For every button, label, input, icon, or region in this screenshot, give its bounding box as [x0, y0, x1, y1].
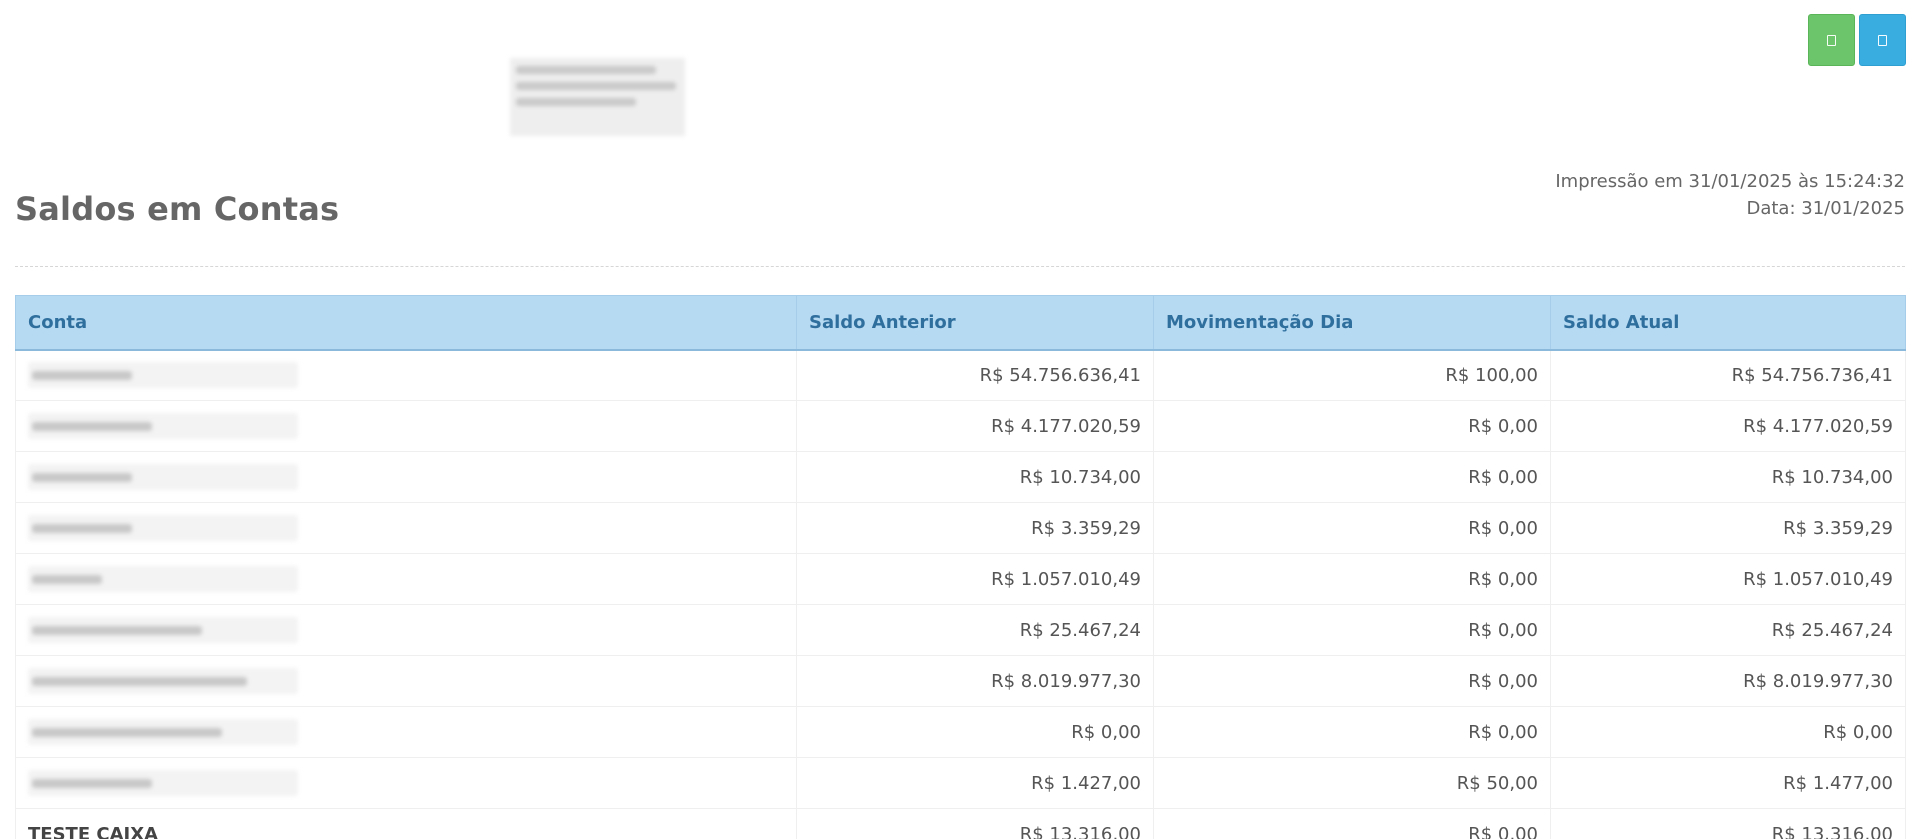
account-name-blurred [15, 451, 797, 503]
movimentacao-cell: R$ 50,00 [1153, 757, 1551, 809]
export-icon [1878, 34, 1887, 46]
balances-table: Conta Saldo Anterior Movimentação Dia Sa… [15, 295, 1906, 839]
account-name-blurred [15, 349, 797, 401]
page-title: Saldos em Contas [15, 190, 340, 228]
printed-at: Impressão em 31/01/2025 às 15:24:32 [1555, 171, 1905, 192]
saldo-anterior-cell: R$ 13.316,00 [796, 808, 1154, 839]
table-row[interactable]: R$ 1.057.010,49 R$ 0,00 R$ 1.057.010,49 [15, 553, 1906, 605]
saldo-anterior-cell: R$ 0,00 [796, 706, 1154, 758]
saldo-atual-cell: R$ 25.467,24 [1550, 604, 1906, 656]
export-button[interactable] [1859, 14, 1906, 66]
column-header-conta[interactable]: Conta [15, 295, 797, 351]
movimentacao-cell: R$ 0,00 [1153, 706, 1551, 758]
saldo-atual-cell: R$ 1.057.010,49 [1550, 553, 1906, 605]
table-row[interactable]: R$ 10.734,00 R$ 0,00 R$ 10.734,00 [15, 451, 1906, 503]
saldo-atual-cell: R$ 3.359,29 [1550, 502, 1906, 554]
account-name-blurred [15, 400, 797, 452]
saldo-anterior-cell: R$ 1.057.010,49 [796, 553, 1154, 605]
company-logo-blurred [510, 58, 685, 136]
saldo-atual-cell: R$ 54.756.736,41 [1550, 349, 1906, 401]
saldo-anterior-cell: R$ 3.359,29 [796, 502, 1154, 554]
saldo-atual-cell: R$ 10.734,00 [1550, 451, 1906, 503]
table-row[interactable]: TESTE CAIXA R$ 13.316,00 R$ 0,00 R$ 13.3… [15, 808, 1906, 839]
saldo-anterior-cell: R$ 10.734,00 [796, 451, 1154, 503]
saldo-anterior-cell: R$ 8.019.977,30 [796, 655, 1154, 707]
column-header-saldo-atual[interactable]: Saldo Atual [1550, 295, 1906, 351]
account-name: TESTE CAIXA [15, 808, 797, 839]
movimentacao-cell: R$ 0,00 [1153, 604, 1551, 656]
table-row[interactable]: R$ 54.756.636,41 R$ 100,00 R$ 54.756.736… [15, 349, 1906, 401]
table-header-row: Conta Saldo Anterior Movimentação Dia Sa… [15, 295, 1906, 351]
column-header-movimentacao-dia[interactable]: Movimentação Dia [1153, 295, 1551, 351]
saldo-anterior-cell: R$ 54.756.636,41 [796, 349, 1154, 401]
saldo-anterior-cell: R$ 1.427,00 [796, 757, 1154, 809]
account-name-blurred [15, 655, 797, 707]
saldo-atual-cell: R$ 4.177.020,59 [1550, 400, 1906, 452]
table-row[interactable]: R$ 8.019.977,30 R$ 0,00 R$ 8.019.977,30 [15, 655, 1906, 707]
saldo-atual-cell: R$ 13.316,00 [1550, 808, 1906, 839]
account-name-blurred [15, 502, 797, 554]
saldo-anterior-cell: R$ 4.177.020,59 [796, 400, 1154, 452]
account-name-blurred [15, 706, 797, 758]
movimentacao-cell: R$ 0,00 [1153, 400, 1551, 452]
toolbar [1808, 14, 1906, 66]
account-name-blurred [15, 604, 797, 656]
table-row[interactable]: R$ 3.359,29 R$ 0,00 R$ 3.359,29 [15, 502, 1906, 554]
saldo-atual-cell: R$ 1.477,00 [1550, 757, 1906, 809]
table-row[interactable]: R$ 1.427,00 R$ 50,00 R$ 1.477,00 [15, 757, 1906, 809]
movimentacao-cell: R$ 0,00 [1153, 451, 1551, 503]
account-name-blurred [15, 553, 797, 605]
account-name-blurred [15, 757, 797, 809]
print-icon [1827, 34, 1836, 46]
movimentacao-cell: R$ 0,00 [1153, 655, 1551, 707]
saldo-atual-cell: R$ 0,00 [1550, 706, 1906, 758]
table-row[interactable]: R$ 4.177.020,59 R$ 0,00 R$ 4.177.020,59 [15, 400, 1906, 452]
movimentacao-cell: R$ 100,00 [1153, 349, 1551, 401]
divider [15, 266, 1905, 267]
table-row[interactable]: R$ 25.467,24 R$ 0,00 R$ 25.467,24 [15, 604, 1906, 656]
saldo-atual-cell: R$ 8.019.977,30 [1550, 655, 1906, 707]
movimentacao-cell: R$ 0,00 [1153, 553, 1551, 605]
movimentacao-cell: R$ 0,00 [1153, 502, 1551, 554]
movimentacao-cell: R$ 0,00 [1153, 808, 1551, 839]
report-meta: Impressão em 31/01/2025 às 15:24:32 Data… [1555, 168, 1905, 222]
table-row[interactable]: R$ 0,00 R$ 0,00 R$ 0,00 [15, 706, 1906, 758]
print-button[interactable] [1808, 14, 1855, 66]
saldo-anterior-cell: R$ 25.467,24 [796, 604, 1154, 656]
report-date: Data: 31/01/2025 [1746, 198, 1905, 219]
column-header-saldo-anterior[interactable]: Saldo Anterior [796, 295, 1154, 351]
